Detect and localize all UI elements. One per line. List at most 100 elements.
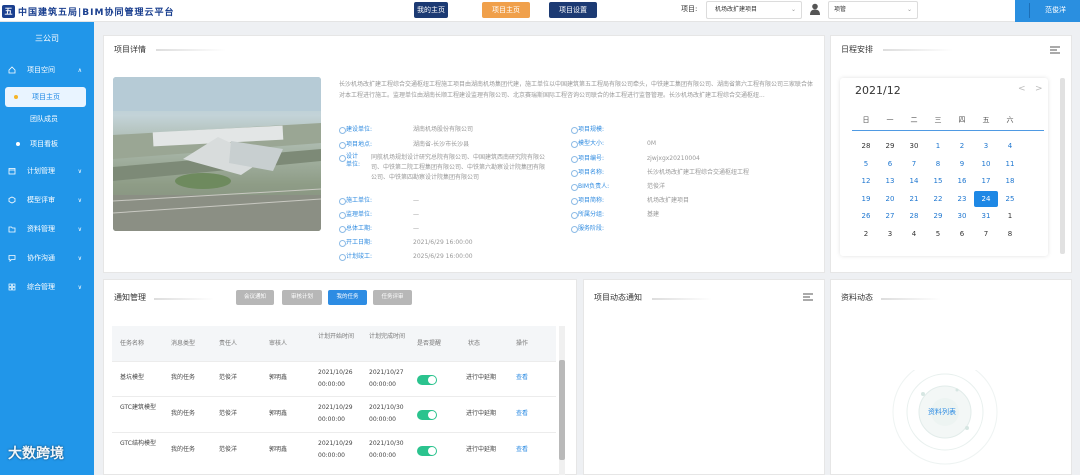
calendar-day[interactable]: 1 (926, 138, 950, 154)
user-menu[interactable]: 范俊洋 (1015, 0, 1080, 22)
sidebar-item-project-space[interactable]: 项目空间 ∧ (0, 56, 94, 85)
calendar-day[interactable]: 4 (902, 226, 926, 242)
calendar-day[interactable]: 16 (950, 173, 974, 189)
calendar-day[interactable]: 31 (974, 208, 998, 224)
calendar-day[interactable]: 1 (998, 208, 1022, 224)
calendar-day[interactable]: 9 (950, 156, 974, 172)
calendar-day[interactable]: 3 (878, 226, 902, 242)
schedule-card: 日程安排 2021/12 < > 日一二三四五六 28 29 30 1 2 3 4 5 6 7 8 9… (830, 35, 1072, 273)
calendar-day[interactable]: 8 (926, 156, 950, 172)
sidebar-item-plan[interactable]: 计划管理 ∨ (0, 157, 94, 186)
calendar-day[interactable]: 10 (974, 156, 998, 172)
calendar-day[interactable]: 6 (950, 226, 974, 242)
calendar-day[interactable]: 30 (902, 138, 926, 154)
calendar-day[interactable]: 2 (854, 226, 878, 242)
calendar-day[interactable]: 18 (998, 173, 1022, 189)
user-icon (810, 3, 820, 15)
tab-task-review[interactable]: 任务评审 (373, 290, 412, 305)
calendar-day[interactable]: 5 (854, 156, 878, 172)
project-dynamic-card: 项目动态通知 (583, 279, 825, 475)
project-select[interactable]: 机场改扩建项目 ⌄ (706, 1, 802, 19)
my-home-button[interactable]: 我的主页 (414, 2, 448, 18)
sidebar-item-collab[interactable]: 协作沟通 ∨ (0, 244, 94, 273)
sidebar-subitem-board[interactable]: 项目看板 (0, 132, 94, 157)
calendar-day[interactable]: 15 (926, 173, 950, 189)
calendar-day[interactable]: 8 (998, 226, 1022, 242)
col-reviewer: 审核人 (269, 340, 288, 347)
tab-meeting-notice[interactable]: 会议通知 (236, 290, 274, 305)
menu-icon[interactable] (803, 293, 813, 301)
calendar-day[interactable]: 21 (902, 191, 926, 207)
calendar-month: 2021/12 (855, 84, 901, 97)
chevron-down-icon: ∨ (77, 197, 82, 204)
calendar-day[interactable]: 24 (974, 190, 998, 207)
calendar-day[interactable]: 20 (878, 191, 902, 207)
calendar-day[interactable]: 27 (878, 208, 902, 224)
sidebar-subitem-label: 团队成员 (30, 115, 58, 123)
calendar-day[interactable]: 19 (854, 191, 878, 207)
cell-task-name: 基坑模型 (120, 374, 145, 381)
project-details-card: 项目详情 长沙机场改扩建工程综合交通枢纽工程施工项目由湖南机场集团代建，施工单位… (103, 35, 825, 273)
calendar-day[interactable]: 25 (998, 191, 1022, 207)
home-icon (8, 66, 16, 74)
calendar-day[interactable]: 22 (926, 191, 950, 207)
calendar-day[interactable]: 14 (902, 173, 926, 189)
calendar-day[interactable]: 26 (854, 208, 878, 224)
role-select[interactable]: 项管 ⌄ (828, 1, 918, 19)
sidebar-item-model-review[interactable]: 模型评审 ∨ (0, 186, 94, 215)
calendar-day[interactable]: 29 (926, 208, 950, 224)
col-owner: 责任人 (219, 340, 238, 347)
calendar-day[interactable]: 7 (974, 226, 998, 242)
calendar-day[interactable]: 6 (878, 156, 902, 172)
calendar-day[interactable]: 7 (902, 156, 926, 172)
remind-toggle[interactable] (417, 375, 437, 385)
material-dynamic-title: 资料动态 (841, 293, 873, 302)
chevron-down-icon: ∨ (77, 226, 82, 233)
field-label: 设计单位: (339, 153, 361, 169)
calendar-day[interactable]: 29 (878, 138, 902, 154)
scrollbar[interactable] (1060, 78, 1065, 254)
sidebar-item-docs[interactable]: 资料管理 ∨ (0, 215, 94, 244)
brand-logo[interactable]: 五 中国建筑五局|BIM协同管理云平台 (2, 4, 174, 18)
sidebar-subitem-team[interactable]: 团队成员 (0, 107, 94, 132)
remind-toggle[interactable] (417, 410, 437, 420)
chevron-down-icon: ⌄ (906, 6, 912, 13)
field-label: 服务阶段: (571, 224, 604, 234)
calendar-day[interactable]: 23 (950, 191, 974, 207)
view-link[interactable]: 查看 (516, 372, 528, 384)
calendar-prev-button[interactable]: < (1018, 84, 1026, 94)
cell-start: 2021/10/29 00:00:00 (318, 404, 353, 423)
project-select-value: 机场改扩建项目 (715, 6, 758, 13)
calendar-day[interactable]: 17 (974, 173, 998, 189)
calendar-day[interactable]: 3 (974, 138, 998, 154)
scrollbar[interactable] (559, 326, 565, 475)
calendar-day[interactable]: 5 (926, 226, 950, 242)
chevron-down-icon: ∨ (77, 284, 82, 291)
project-settings-button[interactable]: 项目设置 (549, 2, 597, 18)
calendar-day[interactable]: 28 (854, 138, 878, 154)
field-value: 2025/6/29 16:00:00 (413, 253, 473, 260)
calendar-day[interactable]: 12 (854, 173, 878, 189)
material-list-link[interactable]: 资料列表 (928, 407, 956, 417)
scrollbar-thumb[interactable] (559, 360, 565, 460)
airport-aerial-image (113, 77, 321, 231)
sidebar-subitem-project-home[interactable]: 项目主页 (5, 87, 86, 107)
menu-icon[interactable] (1050, 46, 1060, 54)
calendar-day[interactable]: 2 (950, 138, 974, 154)
calendar-day[interactable]: 30 (950, 208, 974, 224)
project-home-button[interactable]: 项目主页 (482, 2, 530, 18)
calendar-day[interactable]: 11 (998, 156, 1022, 172)
view-link[interactable]: 查看 (516, 408, 528, 420)
table-row: GTC结构模型 我的任务 范俊洋 郭明鑫 2021/10/29 00:00:00… (112, 433, 556, 469)
calendar-next-button[interactable]: > (1035, 84, 1043, 94)
remind-toggle[interactable] (417, 446, 437, 456)
tab-my-tasks[interactable]: 我的任务 (328, 290, 367, 305)
sidebar-item-general[interactable]: 综合管理 ∨ (0, 273, 94, 302)
calendar-day[interactable]: 13 (878, 173, 902, 189)
cell-task-name: GTC建筑模型 (120, 404, 156, 411)
calendar-day[interactable]: 28 (902, 208, 926, 224)
view-link[interactable]: 查看 (516, 444, 528, 456)
tab-review-plan[interactable]: 审核计划 (282, 290, 322, 305)
calendar-day[interactable]: 4 (998, 138, 1022, 154)
field-label: 项目规模: (571, 125, 604, 135)
